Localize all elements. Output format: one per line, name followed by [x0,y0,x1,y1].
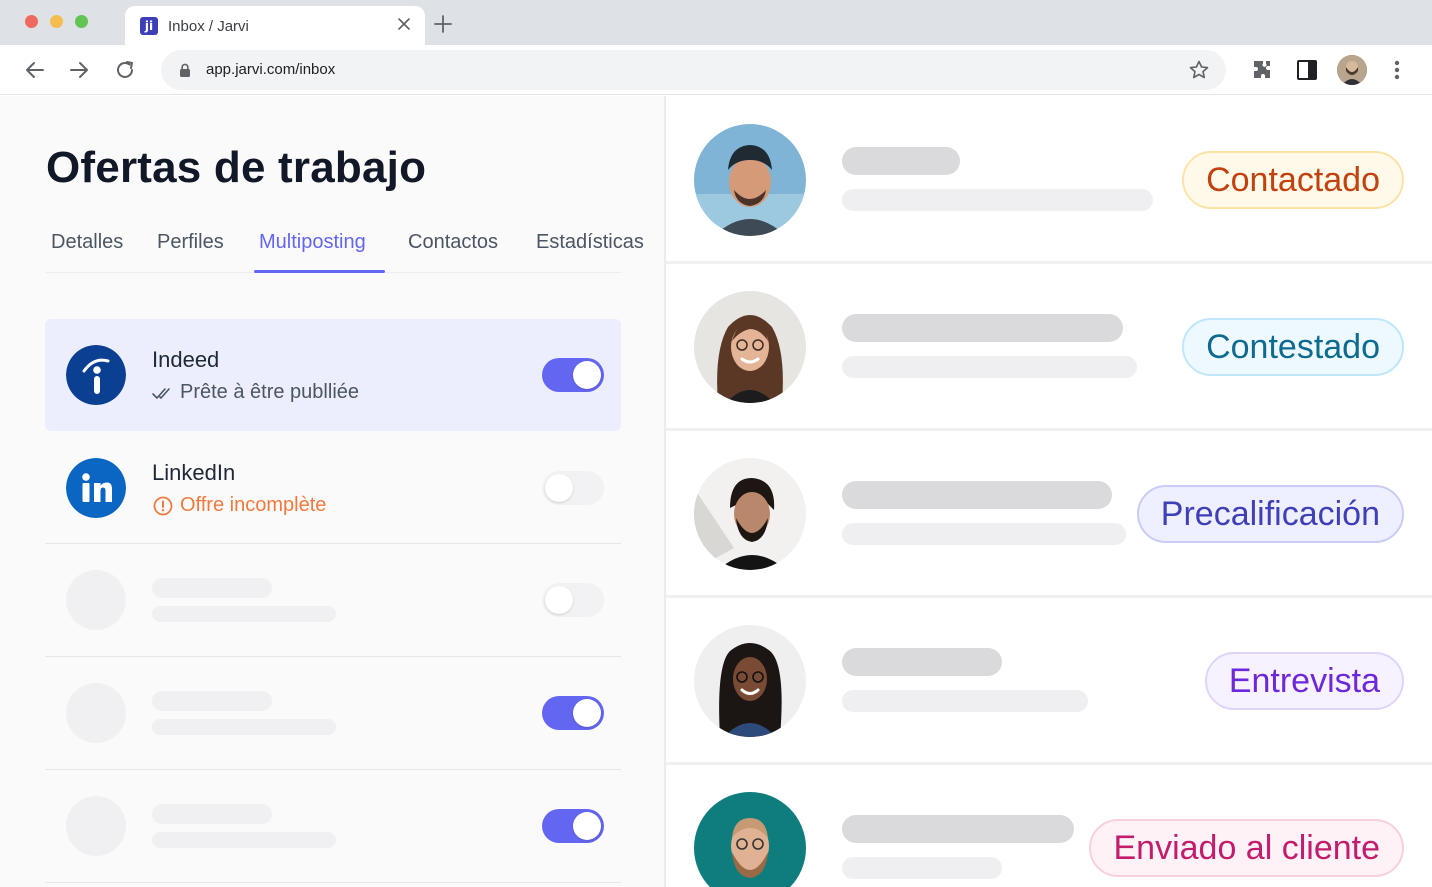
tab-contactos[interactable]: Contactos [408,231,498,254]
forward-icon[interactable] [68,59,90,81]
candidate-row[interactable]: Contactado [666,96,1432,261]
indeed-logo-icon [66,345,126,405]
publisher-name: Indeed [152,347,220,372]
candidate-avatar [694,458,806,570]
double-check-icon [152,387,170,399]
linkedin-publish-toggle[interactable] [542,471,604,505]
tab-multiposting[interactable]: Multiposting [259,231,366,254]
skeleton-line [152,719,336,735]
skeleton-line [152,606,336,622]
publisher-status-text: Offre incomplète [180,494,327,516]
status-badge[interactable]: Contestado [1182,318,1404,376]
tab-perfiles[interactable]: Perfiles [157,231,224,254]
tab-detalles[interactable]: Detalles [51,231,123,254]
new-tab-icon[interactable] [433,14,453,34]
tab-title: Inbox / Jarvi [168,18,249,35]
skeleton-line [152,691,272,711]
back-icon[interactable] [24,59,46,81]
publisher-row-indeed[interactable]: Indeed Prête à être publliée [45,319,621,431]
browser-tab-active[interactable]: ji Inbox / Jarvi [125,6,425,45]
candidate-avatar [694,291,806,403]
status-badge[interactable]: Entrevista [1204,652,1404,710]
skeleton-line [842,648,1002,676]
linkedin-logo-icon [66,458,126,518]
candidate-row[interactable]: Enviado al cliente [666,764,1432,887]
skeleton-logo [66,683,126,743]
profile-avatar[interactable] [1337,55,1367,85]
active-tab-indicator [254,270,385,273]
skeleton-line [152,832,336,848]
publisher-row-placeholder [45,657,621,769]
reload-icon[interactable] [114,59,136,81]
browser-toolbar: app.jarvi.com/inbox [0,45,1432,95]
maximize-window-button[interactable] [75,15,88,28]
job-offer-panel: Ofertas de trabajo Detalles Perfiles Mul… [0,96,664,887]
page-title: Ofertas de trabajo [46,143,427,192]
skeleton-line [842,147,960,175]
candidate-avatar [694,625,806,737]
publisher-status-text: Prête à être publliée [180,381,360,403]
menu-icon[interactable] [1387,57,1407,83]
skeleton-line [842,189,1153,211]
close-window-button[interactable] [25,15,38,28]
sidepanel-icon[interactable] [1295,58,1319,82]
status-badge[interactable]: Contactado [1182,151,1404,209]
skeleton-logo [66,570,126,630]
candidate-row[interactable]: Entrevista [666,597,1432,762]
skeleton-line [152,578,272,598]
toggle-knob [545,474,573,502]
status-badge[interactable]: Enviado al cliente [1089,819,1404,877]
publish-toggle[interactable] [542,696,604,730]
skeleton-line [842,523,1126,545]
publisher-status: Prête à être publliée [152,381,359,404]
tab-estadisticas[interactable]: Estadísticas [536,231,644,254]
jarvi-favicon-icon: ji [140,17,158,35]
publisher-name: LinkedIn [152,460,236,485]
skeleton-line [842,857,1002,879]
candidate-avatar [694,124,806,236]
toggle-knob [573,699,601,727]
publish-toggle[interactable] [542,583,604,617]
skeleton-line [842,815,1074,843]
skeleton-logo [66,796,126,856]
candidate-row[interactable]: Precalificación [666,430,1432,595]
candidates-panel: Contactado Contestado Precalificación En… [666,96,1432,887]
indeed-publish-toggle[interactable] [542,358,604,392]
close-icon[interactable] [395,15,413,33]
skeleton-line [842,690,1088,712]
publisher-row-placeholder [45,544,621,656]
address-bar[interactable]: app.jarvi.com/inbox [161,50,1226,90]
candidate-avatar [694,792,806,887]
skeleton-line [842,356,1137,378]
publish-toggle[interactable] [542,809,604,843]
minimize-window-button[interactable] [50,15,63,28]
toggle-knob [573,361,601,389]
publisher-row-placeholder [45,770,621,882]
url-text[interactable]: app.jarvi.com/inbox [206,61,335,78]
status-badge[interactable]: Precalificación [1136,485,1404,543]
row-divider [45,882,621,883]
publisher-status: Offre incomplète [152,494,326,517]
extensions-icon[interactable] [1250,58,1274,82]
lock-icon [180,63,190,77]
star-icon[interactable] [1188,59,1210,81]
warning-circle-icon [153,496,173,515]
browser-tabstrip: ji Inbox / Jarvi [0,0,1432,45]
publisher-row-linkedin[interactable]: LinkedIn Offre incomplète [45,432,621,544]
skeleton-line [152,804,272,824]
toggle-knob [545,586,573,614]
toggle-knob [573,812,601,840]
skeleton-line [842,314,1123,342]
candidate-row[interactable]: Contestado [666,263,1432,428]
skeleton-line [842,481,1112,509]
